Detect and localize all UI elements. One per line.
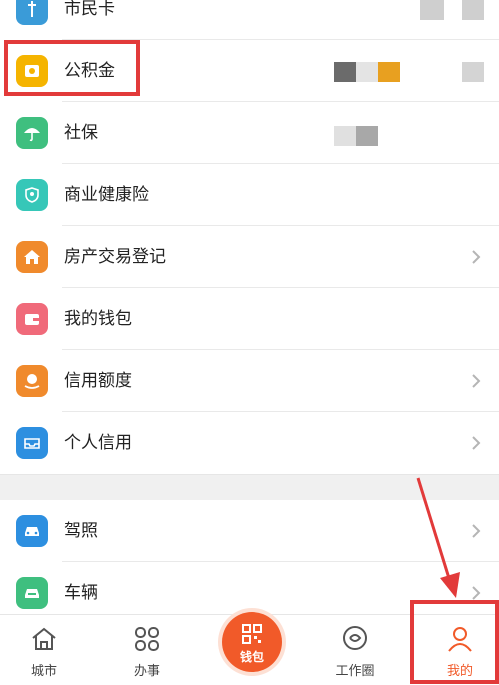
citizen-card-icon bbox=[16, 0, 48, 25]
obscured-value bbox=[334, 126, 356, 146]
list-item-credit-limit[interactable]: 信用额度 bbox=[0, 350, 499, 412]
highlight-box-housing-fund bbox=[4, 40, 140, 96]
list-item-label: 个人信用 bbox=[64, 433, 132, 453]
wallet-icon bbox=[16, 303, 48, 335]
obscured-value bbox=[420, 0, 444, 20]
obscured-value bbox=[356, 62, 378, 82]
umbrella-icon bbox=[16, 117, 48, 149]
section-separator bbox=[0, 474, 499, 501]
list-item-driver-license[interactable]: 驾照 bbox=[0, 500, 499, 562]
car-icon bbox=[16, 515, 48, 547]
list-item-label: 驾照 bbox=[64, 521, 98, 541]
chevron-right-icon bbox=[472, 524, 481, 538]
list-item-label: 商业健康险 bbox=[64, 185, 149, 205]
list-item-label: 我的钱包 bbox=[64, 309, 132, 329]
list-item-label: 社保 bbox=[64, 123, 98, 143]
obscured-value bbox=[462, 0, 484, 20]
chevron-right-icon bbox=[472, 436, 481, 450]
list-item-property-registration[interactable]: 房产交易登记 bbox=[0, 226, 499, 288]
home-icon bbox=[32, 627, 56, 650]
obscured-value bbox=[378, 62, 400, 82]
qr-wallet-icon bbox=[242, 624, 262, 644]
inbox-icon bbox=[16, 427, 48, 459]
list-item-citizen-card[interactable]: 市民卡 bbox=[0, 0, 499, 40]
tab-label: 工作圈 bbox=[335, 664, 375, 679]
credit-limit-icon bbox=[16, 365, 48, 397]
tab-services[interactable]: 办事 bbox=[97, 615, 197, 685]
health-insurance-icon bbox=[16, 179, 48, 211]
tab-label: 办事 bbox=[133, 664, 160, 679]
obscured-value bbox=[356, 126, 378, 146]
obscured-value bbox=[462, 62, 484, 82]
obscured-value bbox=[334, 62, 356, 82]
list-item-label: 信用额度 bbox=[64, 371, 132, 391]
chevron-right-icon bbox=[472, 250, 481, 264]
tab-city[interactable]: 城市 bbox=[0, 615, 94, 685]
chevron-right-icon bbox=[472, 374, 481, 388]
list-item-health-insurance[interactable]: 商业健康险 bbox=[0, 164, 499, 226]
grid-icon bbox=[135, 627, 159, 651]
house-icon bbox=[16, 241, 48, 273]
highlight-box-mine-tab bbox=[410, 600, 499, 684]
chat-circle-icon bbox=[343, 626, 367, 650]
tab-work-circle[interactable]: 工作圈 bbox=[305, 615, 405, 685]
list-item-social-security[interactable]: 社保 bbox=[0, 102, 499, 164]
list-item-my-wallet[interactable]: 我的钱包 bbox=[0, 288, 499, 350]
tab-label: 城市 bbox=[30, 664, 57, 679]
vehicle-icon bbox=[16, 577, 48, 609]
wallet-center-button[interactable]: 钱包 bbox=[222, 612, 282, 672]
list-item-label: 市民卡 bbox=[64, 0, 115, 19]
list-item-personal-credit[interactable]: 个人信用 bbox=[0, 412, 499, 474]
list-item-label: 房产交易登记 bbox=[64, 247, 166, 267]
wallet-label: 钱包 bbox=[239, 650, 264, 664]
